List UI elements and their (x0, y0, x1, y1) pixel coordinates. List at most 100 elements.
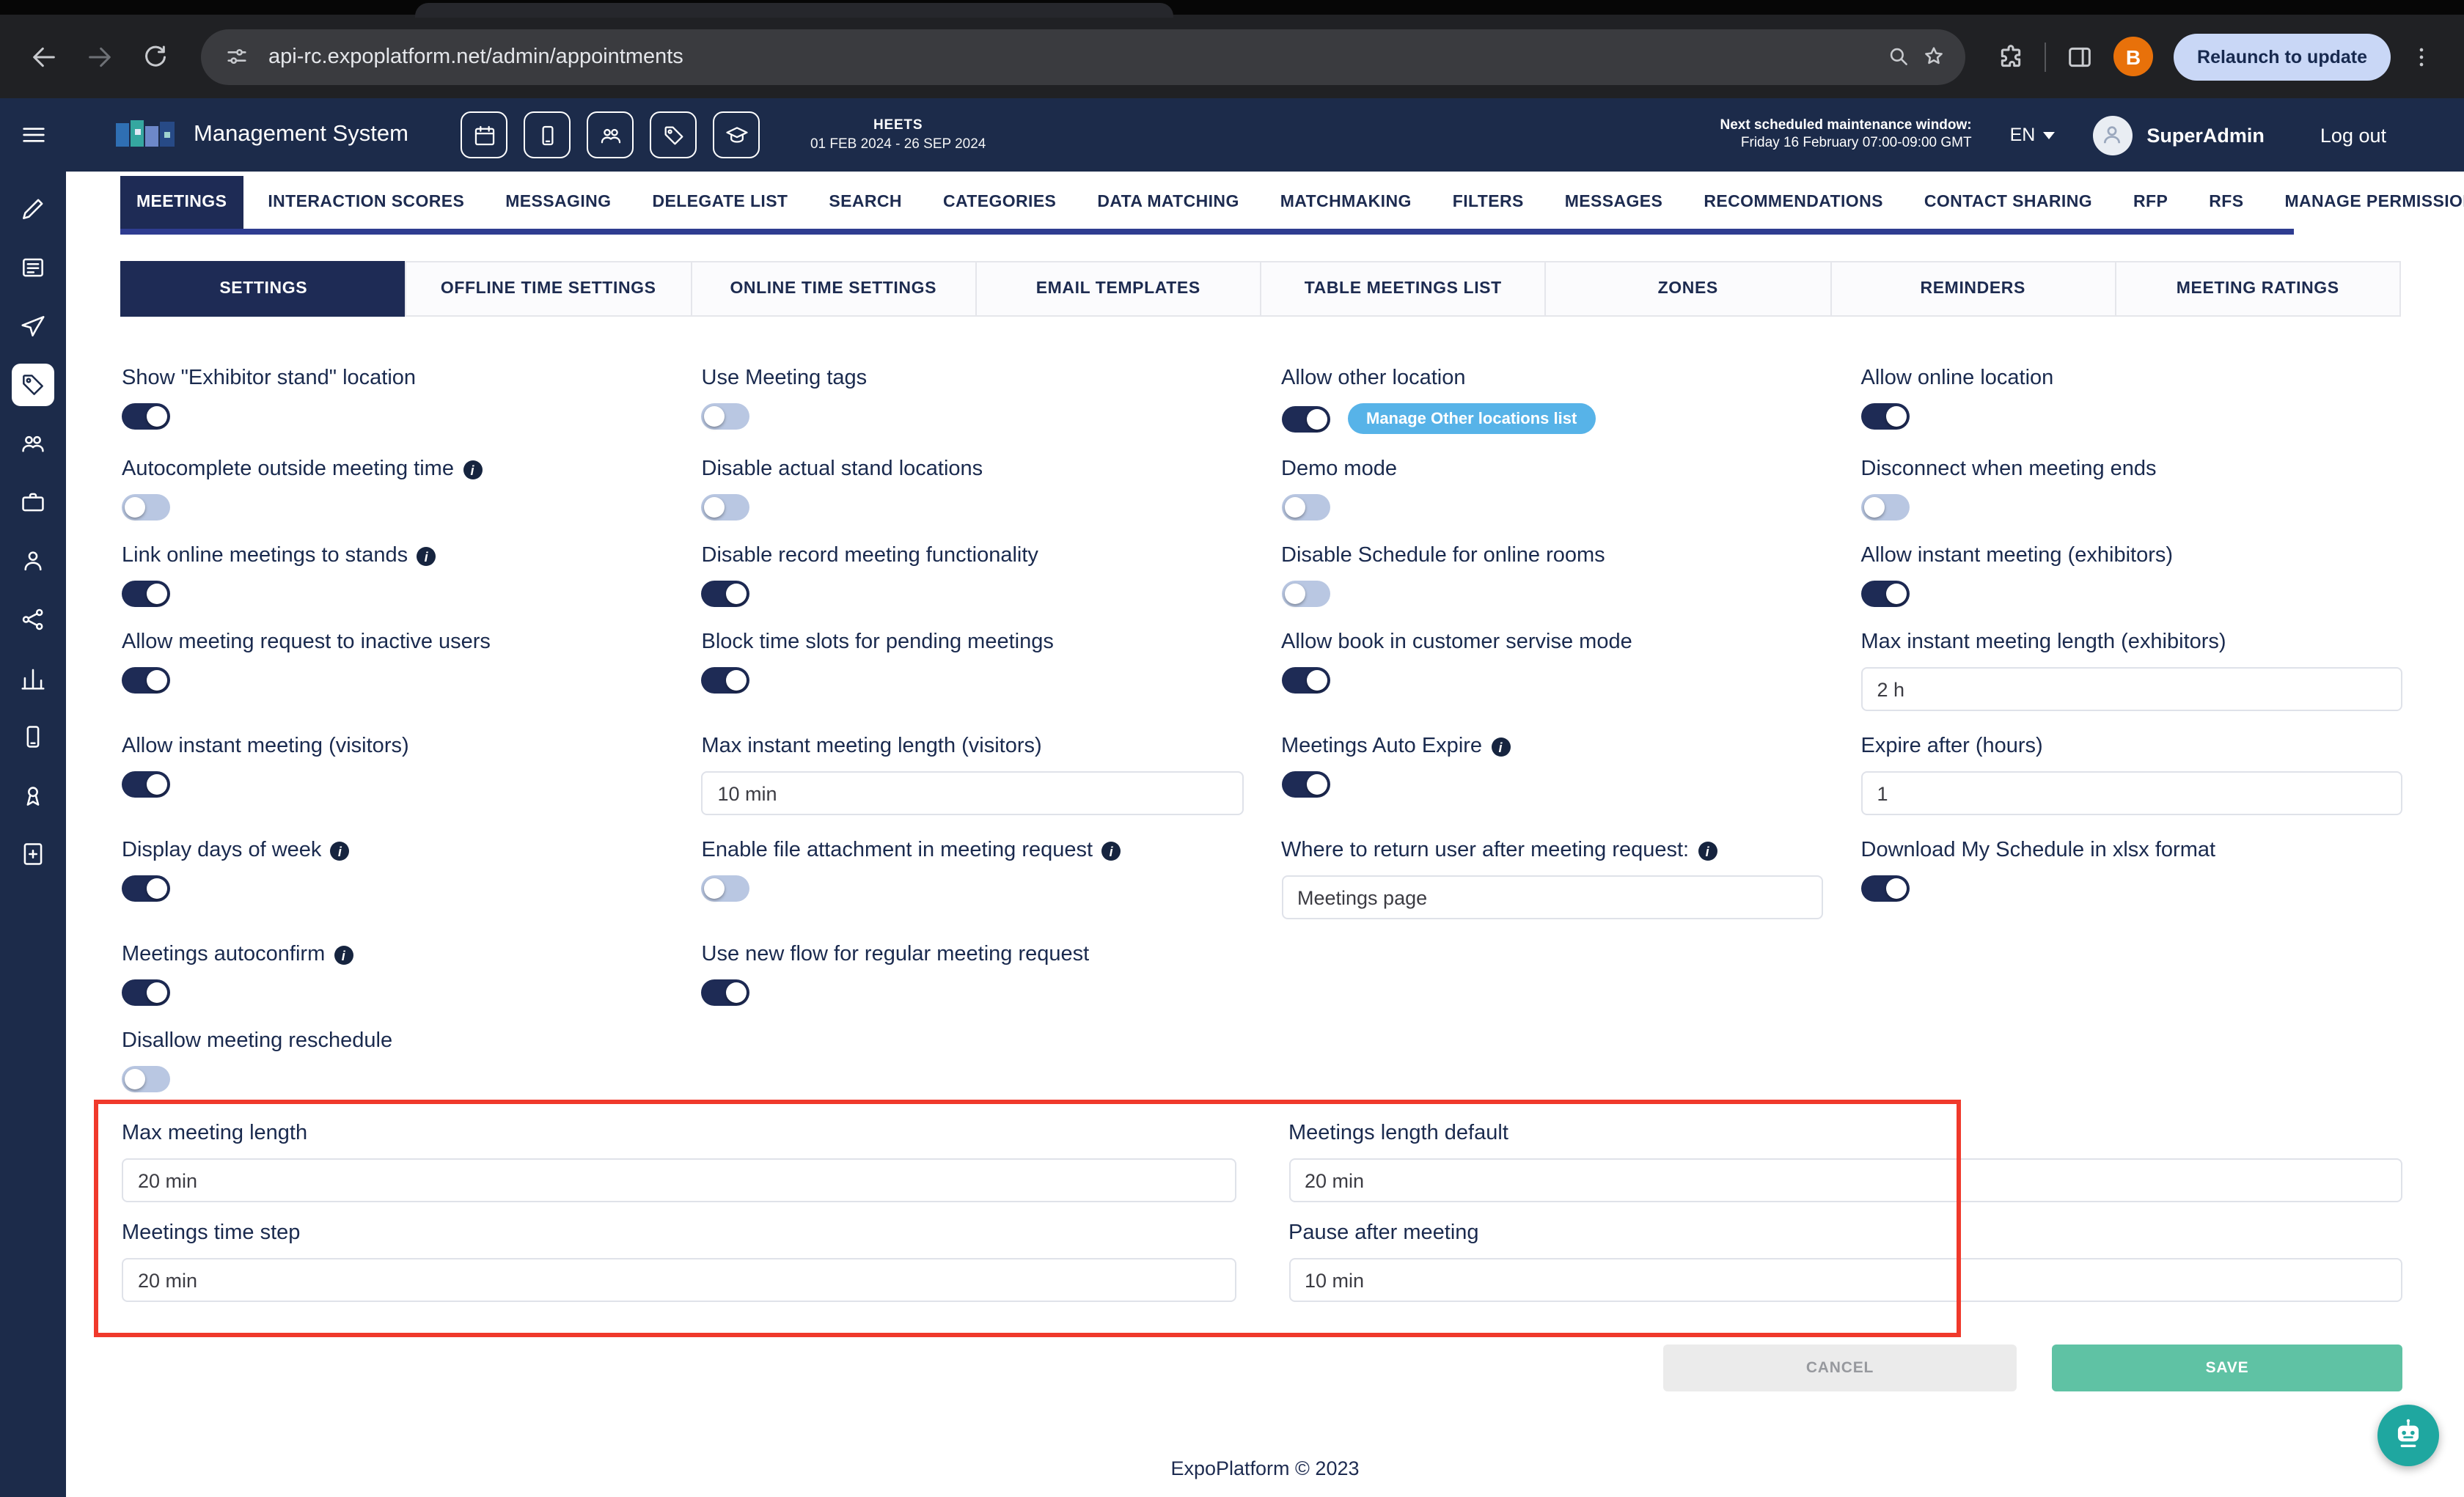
toggle-disable-actual-stand-locations[interactable] (702, 494, 750, 521)
toggle-enable-file-attachment-in-meeting-request[interactable] (702, 875, 750, 902)
tab-categories[interactable]: CATEGORIES (927, 176, 1072, 229)
menu-dots-icon[interactable] (2399, 34, 2443, 78)
setting-demo-mode: Demo mode (1281, 456, 1823, 521)
input-max-meeting-length[interactable] (122, 1158, 1236, 1202)
url-bar[interactable]: api-rc.expoplatform.net/admin/appointmen… (201, 29, 1965, 84)
toggle-display-days-of-week[interactable] (122, 875, 170, 902)
toggle-disable-schedule-for-online-rooms[interactable] (1281, 581, 1330, 607)
selected-value: Meetings page (1297, 886, 1427, 908)
tab-filters[interactable]: FILTERS (1437, 176, 1540, 229)
back-icon[interactable] (22, 34, 66, 78)
hamburger-menu-icon[interactable] (0, 98, 66, 172)
subtab-online-time-settings[interactable]: ONLINE TIME SETTINGS (690, 261, 977, 317)
tab-messaging[interactable]: MESSAGING (489, 176, 627, 229)
tab-search[interactable]: SEARCH (813, 176, 918, 229)
toggle-meetings-auto-expire[interactable] (1281, 771, 1330, 798)
input-pause-after-meeting[interactable] (1288, 1258, 2402, 1302)
subtab-meeting-ratings[interactable]: MEETING RATINGS (2115, 261, 2402, 317)
toggle-demo-mode[interactable] (1281, 494, 1330, 521)
side-panel-icon[interactable] (2058, 34, 2102, 78)
setting-label: Allow other location (1281, 365, 1466, 393)
sidebar-item-news[interactable] (0, 238, 66, 296)
reload-icon[interactable] (133, 34, 177, 78)
chatbot-button[interactable] (2377, 1405, 2439, 1466)
subtab-zones[interactable]: ZONES (1545, 261, 1832, 317)
sidebar-item-document-add[interactable] (0, 824, 66, 883)
tab-rfs[interactable]: RFS (2193, 176, 2259, 229)
browser-profile-avatar[interactable]: B (2113, 37, 2153, 76)
toggle-disconnect-when-meeting-ends[interactable] (1861, 494, 1910, 521)
toggle-allow-online-location[interactable] (1861, 403, 1910, 430)
cancel-button[interactable]: CANCEL (1663, 1345, 2017, 1391)
tab-matchmaking[interactable]: MATCHMAKING (1264, 176, 1428, 229)
tab-contact-sharing[interactable]: CONTACT SHARING (1908, 176, 2108, 229)
toggle-link-online-meetings-to-stands[interactable] (122, 581, 170, 607)
main-content: MEETINGSINTERACTION SCORESMESSAGINGDELEG… (66, 172, 2464, 1497)
subtab-table-meetings-list[interactable]: TABLE MEETINGS LIST (1260, 261, 1547, 317)
input-meetings-time-step[interactable] (122, 1258, 1236, 1302)
toggle-use-new-flow-for-regular-meeting-request[interactable] (702, 979, 750, 1006)
tab-rfp[interactable]: RFP (2117, 176, 2184, 229)
toggle-disable-record-meeting-functionality[interactable] (702, 581, 750, 607)
quick-calendar-button[interactable] (461, 111, 508, 158)
subtab-reminders[interactable]: REMINDERS (1830, 261, 2116, 317)
sidebar-item-community[interactable] (0, 413, 66, 472)
zoom-icon[interactable] (1880, 39, 1915, 74)
sidebar-item-chart[interactable] (0, 648, 66, 707)
sidebar-item-plane[interactable] (0, 296, 66, 355)
tab-interaction-scores[interactable]: INTERACTION SCORES (252, 176, 480, 229)
site-settings-icon[interactable] (219, 39, 254, 74)
toggle-allow-book-in-customer-servise-mode[interactable] (1281, 667, 1330, 694)
forward-icon[interactable] (78, 34, 122, 78)
tab-meetings[interactable]: MEETINGS (120, 176, 243, 229)
toggle-allow-other-location[interactable] (1281, 405, 1330, 432)
sidebar-item-person[interactable] (0, 531, 66, 589)
tab-delegate-list[interactable]: DELEGATE LIST (636, 176, 804, 229)
browser-active-tab[interactable] (415, 3, 1173, 18)
bookmark-star-icon[interactable] (1915, 39, 1951, 74)
toggle-allow-instant-meeting-visitors[interactable] (122, 771, 170, 798)
sidebar-item-smartphone[interactable] (0, 707, 66, 765)
tab-messages[interactable]: MESSAGES (1549, 176, 1679, 229)
toggle-allow-meeting-request-to-inactive-users[interactable] (122, 667, 170, 694)
sidebar-item-tag[interactable] (0, 355, 66, 413)
subtab-email-templates[interactable]: EMAIL TEMPLATES (975, 261, 1262, 317)
toggle-disallow-meeting-reschedule[interactable] (122, 1066, 170, 1092)
input-meetings-length-default[interactable] (1288, 1158, 2402, 1202)
toggle-block-time-slots-for-pending-meetings[interactable] (702, 667, 750, 694)
extensions-icon[interactable] (1989, 34, 2033, 78)
sidebar-item-share[interactable] (0, 589, 66, 648)
manage-other-locations-list-button[interactable]: Manage Other locations list (1347, 403, 1596, 434)
sidebar-item-badge[interactable] (0, 765, 66, 824)
toggle-meetings-autoconfirm[interactable] (122, 979, 170, 1006)
quick-community-button[interactable] (587, 111, 634, 158)
relaunch-button[interactable]: Relaunch to update (2174, 33, 2391, 80)
toggle-show-exhibitor-stand-location[interactable] (122, 403, 170, 430)
quick-smartphone-button[interactable] (524, 111, 571, 158)
tab-recommendations[interactable]: RECOMMENDATIONS (1687, 176, 1899, 229)
save-button[interactable]: SAVE (2052, 1345, 2402, 1391)
quick-education-button[interactable] (714, 111, 760, 158)
toggle-autocomplete-outside-meeting-time[interactable] (122, 494, 170, 521)
setting-allow-meeting-request-to-inactive-users: Allow meeting request to inactive users (122, 629, 664, 711)
sidebar-item-pencil[interactable] (0, 179, 66, 238)
input-max-instant-meeting-length-visitors[interactable] (702, 771, 1244, 815)
quick-tag-button[interactable] (650, 111, 697, 158)
toggle-allow-instant-meeting-exhibitors[interactable] (1861, 581, 1910, 607)
tab-data-matching[interactable]: DATA MATCHING (1081, 176, 1255, 229)
subtab-settings[interactable]: SETTINGS (120, 261, 407, 317)
logout-button[interactable]: Log out (2320, 124, 2386, 146)
sidebar-item-briefcase[interactable] (0, 472, 66, 531)
input-expire-after-hours[interactable] (1861, 771, 2403, 815)
toggle-download-my-schedule-in-xlsx-format[interactable] (1861, 875, 1910, 902)
toggle-use-meeting-tags[interactable] (702, 403, 750, 430)
setting-allow-instant-meeting-visitors: Allow instant meeting (visitors) (122, 733, 664, 815)
subtab-offline-time-settings[interactable]: OFFLINE TIME SETTINGS (406, 261, 692, 317)
tab-manage-permissions[interactable]: MANAGE PERMISSIONS (2268, 176, 2464, 229)
maintenance-line1: Next scheduled maintenance window: (1720, 117, 1972, 135)
education-icon (725, 122, 749, 147)
select-where-to-return-user-after-meeting-request[interactable]: Meetings page (1281, 875, 1823, 919)
language-selector[interactable]: EN (2010, 125, 2055, 145)
input-max-instant-meeting-length-exhibitors[interactable] (1861, 667, 2403, 711)
user-avatar[interactable] (2092, 115, 2132, 155)
